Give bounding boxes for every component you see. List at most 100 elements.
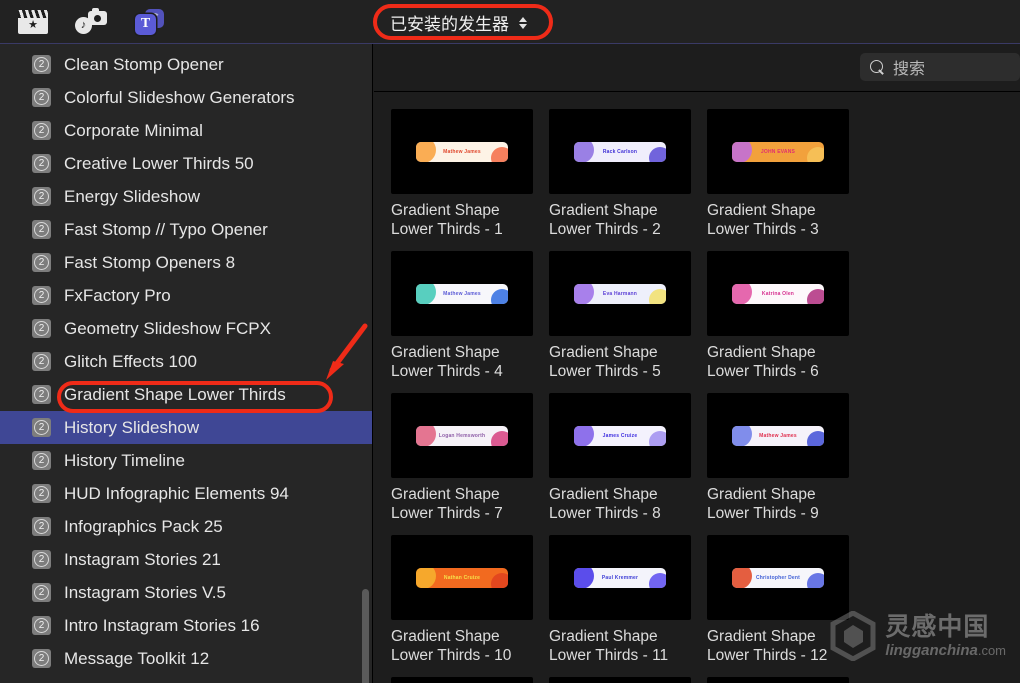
sidebar-item[interactable]: 2 Gradient Shape Lower Thirds xyxy=(0,378,373,411)
sidebar-item-label: Message Toolkit 12 xyxy=(64,648,210,668)
sidebar-item[interactable]: 2 Intro Instagram Stories 16 xyxy=(0,609,373,642)
generators-category-list: 2 Clean Stomp Opener 2 Colorful Slideshow G… xyxy=(0,44,373,675)
sidebar-item-label: Creative Lower Thirds 50 xyxy=(64,153,254,173)
generator-thumbnail-cell[interactable]: James Cruize Gradient Shape Lower Thirds … xyxy=(549,393,707,523)
sidebar-item[interactable]: 2 Corporate Minimal xyxy=(0,114,373,147)
sidebar-item-label: FxFactory Pro xyxy=(64,285,171,305)
generator-thumbnail-cell[interactable]: JOHN EVANS Gradient Shape Lower Thirds - … xyxy=(707,109,865,239)
sidebar-item-label: Instagram Stories 21 xyxy=(64,549,221,569)
sidebar-item[interactable]: 2 FxFactory Pro xyxy=(0,279,373,312)
generator-title: Gradient Shape Lower Thirds - 10 xyxy=(391,628,512,664)
sidebar-item[interactable]: 2 HUD Infographic Elements 94 xyxy=(0,477,373,510)
installed-generators-dropdown[interactable]: 已安装的发生器 xyxy=(380,7,537,38)
generators-content-panel: 搜索 Mathew James Gradient Shape Lower Thir… xyxy=(374,44,1020,683)
toolbar-icon-group: ★ ♪ T xyxy=(0,7,166,37)
titles-icon[interactable]: T xyxy=(132,7,166,37)
generator-thumbnail-cell[interactable]: Eva Harmann Gradient Shape Lower Thirds -… xyxy=(549,251,707,381)
generators-category-sidebar[interactable]: 2 Clean Stomp Opener 2 Colorful Slideshow G… xyxy=(0,44,373,683)
sidebar-item-label: Intro Instagram Stories 16 xyxy=(64,615,260,635)
sidebar-item[interactable]: 2 Message Toolkit 12 xyxy=(0,642,373,675)
thumbnail-preview[interactable]: James Cruize xyxy=(549,393,691,478)
generator-thumbnail-cell[interactable]: Christopher Dent Gradient Shape Lower Thi… xyxy=(707,535,865,665)
generator-thumbnail-cell[interactable]: Rack Carlson Gradient Shape Lower Thirds … xyxy=(549,109,707,239)
generators-thumbnail-grid: Mathew James Gradient Shape Lower Thirds … xyxy=(374,92,1020,683)
preview-name: Mathew James xyxy=(759,432,797,439)
sidebar-item[interactable]: 2 Fast Stomp Openers 8 xyxy=(0,246,373,279)
clapperboard-titles-generators-icon[interactable]: ★ xyxy=(16,7,50,37)
generator-thumbnail-cell[interactable]: Chris JohnsonGradient Shape Lower Thirds… xyxy=(707,677,865,683)
thumbnail-preview[interactable]: JOHN EVANS xyxy=(707,109,849,194)
thumbnail-preview[interactable]: Christopher Dent xyxy=(707,535,849,620)
thumbnail-preview[interactable]: Mathew James xyxy=(707,393,849,478)
thumbnail-preview[interactable]: Logan Hemsworth xyxy=(391,393,533,478)
thumbnail-preview[interactable]: Mathew James xyxy=(391,109,533,194)
generator-title: Gradient Shape Lower Thirds - 8 xyxy=(549,486,661,522)
preview-name: Mathew James xyxy=(443,148,481,155)
generator-badge-icon: 2 xyxy=(32,319,51,338)
generator-badge-icon: 2 xyxy=(32,352,51,371)
preview-name: James Cruize xyxy=(602,432,638,439)
generator-badge-icon: 2 xyxy=(32,385,51,404)
sidebar-item[interactable]: 2 Geometry Slideshow FCPX xyxy=(0,312,373,345)
generator-title: Gradient Shape Lower Thirds - 1 xyxy=(391,202,503,238)
thumbnail-preview[interactable]: Katrina Olen xyxy=(707,251,849,336)
thumbnail-preview[interactable]: Timothy Tyson xyxy=(549,677,691,683)
generator-title: Gradient Shape Lower Thirds - 11 xyxy=(549,628,669,664)
photos-audio-icon[interactable]: ♪ xyxy=(74,7,108,37)
thumbnail-preview[interactable]: Nathan Cruize xyxy=(391,535,533,620)
generator-title: Gradient Shape Lower Thirds - 6 xyxy=(707,344,819,380)
thumbnail-preview[interactable]: Paul Kremmer xyxy=(549,535,691,620)
preview-name: Christopher Dent xyxy=(755,574,801,581)
sidebar-item-label: Geometry Slideshow FCPX xyxy=(64,318,271,338)
thumbnail-preview[interactable]: Eva Harmann xyxy=(549,251,691,336)
thumbnail-preview[interactable]: Rack Carlson xyxy=(549,109,691,194)
sidebar-item-label: History Slideshow xyxy=(64,417,200,437)
generator-badge-icon: 2 xyxy=(32,649,51,668)
sidebar-item-label: Infographics Pack 25 xyxy=(64,516,223,536)
titles-t-glyph: T xyxy=(140,16,151,31)
generator-thumbnail-cell[interactable]: Katrina Olen Gradient Shape Lower Thirds … xyxy=(707,251,865,381)
sidebar-item[interactable]: 2 Creative Lower Thirds 50 xyxy=(0,147,373,180)
thumbnail-preview[interactable]: Samantha Tyson xyxy=(391,677,533,683)
sidebar-item[interactable]: 2 History Slideshow xyxy=(0,411,373,444)
generator-thumbnail-cell[interactable]: Nathan Cruize Gradient Shape Lower Thirds… xyxy=(391,535,549,665)
sidebar-item[interactable]: 2 History Timeline xyxy=(0,444,373,477)
generator-badge-icon: 2 xyxy=(32,253,51,272)
preview-name: Logan Hemsworth xyxy=(438,432,486,439)
sidebar-item[interactable]: 2 Fast Stomp // Typo Opener xyxy=(0,213,373,246)
sidebar-item[interactable]: 2 Instagram Stories V.5 xyxy=(0,576,373,609)
search-input[interactable]: 搜索 xyxy=(860,53,1020,81)
generator-title: Gradient Shape Lower Thirds - 12 xyxy=(707,628,828,664)
thumbnail-preview[interactable]: Mathew James xyxy=(391,251,533,336)
sidebar-item[interactable]: 2 Infographics Pack 25 xyxy=(0,510,373,543)
content-header: 搜索 xyxy=(374,44,1020,92)
sidebar-scrollbar[interactable] xyxy=(362,589,369,683)
sidebar-item-label: History Timeline xyxy=(64,450,185,470)
generator-thumbnail-cell[interactable]: Logan Hemsworth Gradient Shape Lower Thir… xyxy=(391,393,549,523)
generator-thumbnail-cell[interactable]: Mathew James Gradient Shape Lower Thirds … xyxy=(707,393,865,523)
generator-thumbnail-cell[interactable]: Samantha TysonGradient Shape Lower Third… xyxy=(391,677,549,683)
star-glyph: ★ xyxy=(28,19,38,31)
preview-name: Paul Kremmer xyxy=(601,574,639,581)
sidebar-item[interactable]: 2 Colorful Slideshow Generators xyxy=(0,81,373,114)
generator-badge-icon: 2 xyxy=(32,517,51,536)
sidebar-item-label: Glitch Effects 100 xyxy=(64,351,197,371)
generator-badge-icon: 2 xyxy=(32,286,51,305)
sidebar-item[interactable]: 2 Instagram Stories 21 xyxy=(0,543,373,576)
top-toolbar: ★ ♪ T 已安装的发生器 xyxy=(0,0,1020,44)
sidebar-item[interactable]: 2 Energy Slideshow xyxy=(0,180,373,213)
generator-thumbnail-cell[interactable]: Timothy TysonGradient Shape Lower Thirds… xyxy=(549,677,707,683)
generator-thumbnail-cell[interactable]: Mathew James Gradient Shape Lower Thirds … xyxy=(391,251,549,381)
generator-thumbnail-cell[interactable]: Mathew James Gradient Shape Lower Thirds … xyxy=(391,109,549,239)
chevron-updown-icon xyxy=(519,16,527,29)
search-icon xyxy=(870,59,885,75)
fcpx-generators-browser: ★ ♪ T 已安装的发生器 2 Clean Stomp Opener 2 Col… xyxy=(0,0,1020,683)
sidebar-item-label: Colorful Slideshow Generators xyxy=(64,87,295,107)
thumbnail-preview[interactable]: Chris Johnson xyxy=(707,677,849,683)
sidebar-item[interactable]: 2 Glitch Effects 100 xyxy=(0,345,373,378)
preview-name: Rack Carlson xyxy=(602,148,638,155)
generator-thumbnail-cell[interactable]: Paul Kremmer Gradient Shape Lower Thirds … xyxy=(549,535,707,665)
sidebar-item[interactable]: 2 Clean Stomp Opener xyxy=(0,48,373,81)
generator-title: Gradient Shape Lower Thirds - 7 xyxy=(391,486,503,522)
generator-badge-icon: 2 xyxy=(32,616,51,635)
